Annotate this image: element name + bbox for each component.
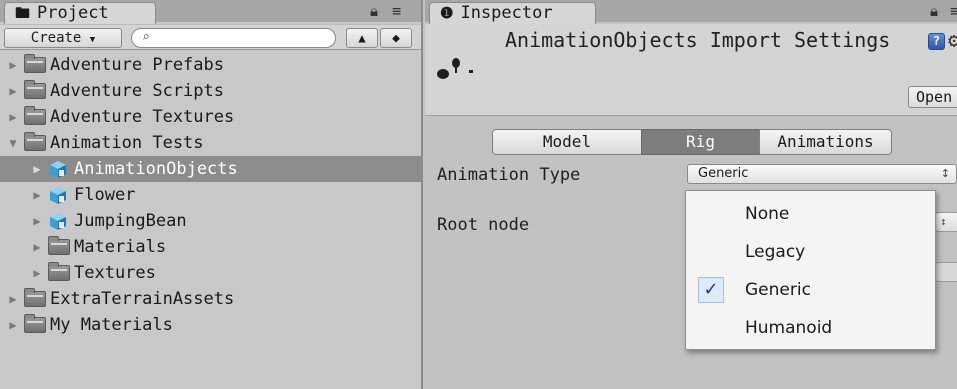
create-button-label: Create: [30, 30, 82, 46]
partially-hidden-button[interactable]: [935, 262, 957, 282]
filter-by-label-button[interactable]: ◆: [380, 28, 412, 48]
project-panel: 🖿 Project 🔒︎ ≡ Create ▼ ⌕ ▲ ◆ ▶ Adventure …: [0, 0, 423, 389]
gear-icon[interactable]: ⚙: [948, 28, 957, 52]
expand-arrow-right-icon[interactable]: ▶: [30, 182, 44, 208]
select-arrows-icon: ↕: [940, 215, 947, 228]
inspector-tab-label: Inspector: [460, 3, 553, 23]
folder-tab-icon: 🖿: [15, 4, 31, 22]
expand-arrow-right-icon[interactable]: ▶: [30, 234, 44, 260]
panel-menu-icon[interactable]: ≡: [950, 2, 957, 20]
project-tab[interactable]: 🖿 Project: [4, 2, 156, 24]
tree-item-label: JumpingBean: [74, 211, 187, 231]
asset-row[interactable]: ▶ AnimationObjects: [0, 156, 421, 182]
expand-arrow-right-icon[interactable]: ▶: [6, 104, 20, 130]
tree-item-label: My Materials: [50, 315, 173, 335]
animation-type-label: Animation Type: [437, 165, 581, 185]
folder-row[interactable]: ▶ Adventure Scripts: [0, 78, 421, 104]
folder-icon: [24, 314, 46, 333]
folder-icon: [24, 54, 46, 73]
select-arrows-icon: ↕: [940, 167, 950, 180]
project-toolbar: Create ▼ ⌕ ▲ ◆: [0, 24, 421, 50]
expand-arrow-down-icon[interactable]: ▼: [6, 130, 20, 156]
panel-menu-icon[interactable]: ≡: [392, 2, 403, 20]
folder-row[interactable]: ▶ Adventure Textures: [0, 104, 421, 130]
folder-icon: [24, 80, 46, 99]
tree-item-label: Materials: [74, 237, 167, 257]
folder-row[interactable]: ▶ ExtraTerrainAssets: [0, 286, 421, 312]
dropdown-option-humanoid[interactable]: Humanoid: [686, 309, 935, 347]
expand-arrow-right-icon[interactable]: ▶: [6, 286, 20, 312]
expand-arrow-right-icon[interactable]: ▶: [30, 156, 44, 182]
root-node-label: Root node: [437, 215, 530, 235]
folder-icon: [48, 262, 70, 281]
expand-arrow-right-icon[interactable]: ▶: [6, 312, 20, 338]
create-button[interactable]: Create ▼: [4, 28, 122, 48]
inspector-tab[interactable]: ❶ Inspector: [429, 2, 596, 24]
asset-row[interactable]: ▶ Flower: [0, 182, 421, 208]
folder-row[interactable]: ▼ Animation Tests: [0, 130, 421, 156]
project-tab-label: Project: [37, 3, 109, 23]
dropdown-option-generic[interactable]: ✓ Generic: [686, 271, 935, 309]
tab-model[interactable]: Model: [492, 129, 642, 155]
dropdown-arrow-icon: ▼: [89, 35, 96, 45]
tree-item-label: ExtraTerrainAssets: [50, 289, 235, 309]
tree-item-label: AnimationObjects: [74, 159, 238, 179]
expand-arrow-right-icon[interactable]: ▶: [6, 52, 20, 78]
help-book-icon[interactable]: ?: [928, 33, 945, 50]
inspector-tab-bar: ❶ Inspector 🔒︎ ≡: [425, 0, 957, 24]
model-prefab-icon: [48, 186, 68, 205]
lock-icon[interactable]: 🔒︎: [930, 2, 940, 20]
tab-animations[interactable]: Animations: [759, 129, 892, 155]
project-tab-bar: 🖿 Project 🔒︎ ≡: [0, 0, 421, 24]
tab-rig[interactable]: Rig: [641, 129, 760, 155]
animation-type-select[interactable]: Generic ↕: [687, 164, 957, 184]
dropdown-option-label: Generic: [745, 280, 811, 300]
folder-row[interactable]: ▶ Materials: [0, 234, 421, 260]
folder-row[interactable]: ▶ My Materials: [0, 312, 421, 338]
search-icon: ⌕: [142, 30, 150, 45]
model-prefab-icon: [48, 212, 68, 231]
tree-item-label: Flower: [74, 185, 136, 205]
dropdown-option-label: Humanoid: [745, 318, 833, 338]
filter-type-icon: ▲: [358, 31, 366, 45]
dropdown-option-label: Legacy: [745, 242, 806, 262]
tree-item-label: Adventure Prefabs: [50, 55, 224, 75]
expand-arrow-right-icon[interactable]: ▶: [30, 260, 44, 286]
folder-icon: [24, 132, 46, 151]
tree-item-label: Adventure Textures: [50, 107, 235, 127]
model-prefab-icon: [48, 160, 68, 179]
animation-type-dropdown-menu: None Legacy ✓ Generic Humanoid: [685, 190, 936, 350]
dropdown-option-none[interactable]: None: [686, 195, 935, 233]
model-thumbnail-icon: [437, 58, 473, 79]
dropdown-option-legacy[interactable]: Legacy: [686, 233, 935, 271]
inspector-panel: ❶ Inspector 🔒︎ ≡ AnimationObjects Import …: [425, 0, 957, 389]
folder-row[interactable]: ▶ Textures: [0, 260, 421, 286]
open-button[interactable]: Open: [908, 86, 957, 108]
dropdown-option-label: None: [745, 204, 790, 224]
tree-item-label: Textures: [74, 263, 156, 283]
expand-arrow-right-icon[interactable]: ▶: [6, 78, 20, 104]
expand-arrow-right-icon[interactable]: ▶: [30, 208, 44, 234]
info-icon: ❶: [440, 4, 454, 22]
asset-row[interactable]: ▶ JumpingBean: [0, 208, 421, 234]
checkmark-icon: ✓: [698, 277, 724, 303]
animation-type-value: Generic: [698, 166, 749, 181]
filter-by-type-button[interactable]: ▲: [346, 28, 378, 48]
search-input[interactable]: ⌕: [131, 28, 336, 48]
label-tag-icon: ◆: [392, 31, 400, 46]
folder-icon: [48, 236, 70, 255]
root-node-select[interactable]: ↕: [935, 212, 957, 232]
folder-icon: [24, 106, 46, 125]
lock-icon[interactable]: 🔒︎: [370, 2, 380, 20]
folder-icon: [24, 288, 46, 307]
folder-row[interactable]: ▶ Adventure Prefabs: [0, 52, 421, 78]
tree-item-label: Adventure Scripts: [50, 81, 224, 101]
asset-title: AnimationObjects Import Settings: [505, 28, 891, 52]
tree-item-label: Animation Tests: [50, 133, 204, 153]
